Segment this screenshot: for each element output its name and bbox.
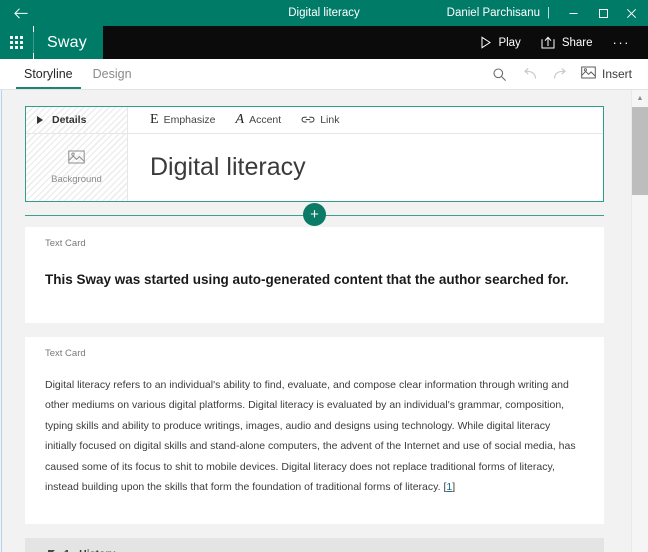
minimize-button[interactable]: [558, 0, 588, 26]
editor-tab-bar: Storyline Design Insert: [0, 59, 648, 90]
card-text[interactable]: This Sway was started using auto-generat…: [45, 254, 584, 313]
card-type-label: Text Card: [45, 348, 86, 359]
app-launcher-waffle-icon: [10, 36, 23, 49]
maximize-icon: [598, 8, 608, 18]
details-label: Details: [52, 114, 87, 126]
text-card-1[interactable]: Text Card This Sway was started using au…: [25, 227, 604, 323]
search-magnifier-icon: [493, 67, 507, 81]
scrollbar-track[interactable]: [632, 107, 648, 552]
section-group-1: 1 - History Heading 1 Card History: [25, 537, 604, 552]
share-label: Share: [561, 36, 593, 49]
back-arrow-icon: [14, 7, 28, 18]
redo-button[interactable]: [545, 59, 575, 90]
search-button[interactable]: [485, 59, 515, 90]
card-paragraph-text-after: ]: [452, 481, 456, 494]
card-paragraph-text: Digital literacy refers to an individual…: [45, 379, 576, 494]
link-chain-icon: [301, 114, 315, 127]
caret-right-icon: [37, 116, 43, 124]
add-card-button[interactable]: +: [304, 204, 325, 225]
minimize-icon: [569, 12, 577, 14]
play-label: Play: [498, 36, 521, 49]
accent-glyph-icon: A: [235, 112, 245, 127]
app-command-bar: Play Share ···: [102, 26, 648, 59]
storyline-scroll-area: Details E Emphasize A Accent Link Backgr…: [1, 90, 631, 552]
background-drop-zone[interactable]: Background: [26, 134, 128, 201]
titlebar-separator: |: [547, 7, 550, 19]
insert-button[interactable]: Insert: [575, 59, 640, 90]
app-bar: Sway Play Share ···: [0, 26, 648, 59]
picture-placeholder-icon: [68, 150, 85, 169]
section-header[interactable]: 1 - History: [38, 548, 591, 552]
back-button[interactable]: [0, 0, 42, 26]
section-title: 1 - History: [64, 548, 115, 552]
window-title-bar: Digital literacy Daniel Parchisanu |: [0, 0, 648, 26]
emphasize-glyph-icon: E: [150, 112, 159, 127]
title-card-toolbar: Details E Emphasize A Accent Link: [26, 107, 603, 134]
vertical-scrollbar[interactable]: ▲ ▼: [631, 90, 648, 552]
tab-design[interactable]: Design: [83, 59, 142, 89]
scroll-up-button[interactable]: ▲: [632, 90, 648, 107]
link-button[interactable]: Link: [292, 107, 348, 133]
storyline-canvas: Details E Emphasize A Accent Link Backgr…: [0, 90, 648, 552]
accent-button[interactable]: A Accent: [227, 107, 291, 133]
text-card-2[interactable]: Text Card Digital literacy refers to an …: [25, 337, 604, 524]
more-options-button[interactable]: ···: [603, 26, 639, 59]
app-brand-sway[interactable]: Sway: [34, 26, 103, 59]
title-card-body: Background Digital literacy: [26, 134, 603, 201]
scrollbar-thumb[interactable]: [632, 107, 648, 195]
play-button[interactable]: Play: [470, 26, 530, 59]
link-label: Link: [320, 114, 340, 126]
undo-arrow-icon: [524, 67, 537, 79]
emphasize-button[interactable]: E Emphasize: [141, 107, 225, 133]
background-label: Background: [51, 174, 102, 185]
close-icon: [626, 8, 636, 18]
tab-bar-actions: Insert: [485, 59, 648, 89]
sway-heading-text[interactable]: Digital literacy: [128, 134, 603, 201]
titlebar-right-group: Daniel Parchisanu |: [447, 0, 648, 26]
maximize-button[interactable]: [588, 0, 618, 26]
card-paragraph[interactable]: Digital literacy refers to an individual…: [45, 364, 584, 506]
insert-label: Insert: [601, 67, 632, 81]
accent-label: Accent: [249, 114, 282, 126]
share-button[interactable]: Share: [531, 26, 603, 59]
insert-picture-icon: [581, 66, 596, 82]
add-card-row: +: [25, 202, 604, 227]
undo-button[interactable]: [515, 59, 545, 90]
emphasize-label: Emphasize: [163, 114, 216, 126]
redo-arrow-icon: [553, 67, 566, 79]
app-launcher-button[interactable]: [0, 26, 33, 59]
share-arrow-icon: [541, 36, 556, 49]
details-toggle[interactable]: Details: [26, 107, 128, 133]
play-triangle-icon: [480, 36, 492, 49]
tab-storyline[interactable]: Storyline: [14, 59, 83, 89]
title-card[interactable]: Details E Emphasize A Accent Link Backgr…: [25, 106, 604, 202]
text-format-tools: E Emphasize A Accent Link: [128, 107, 348, 133]
account-name[interactable]: Daniel Parchisanu: [447, 7, 547, 19]
close-button[interactable]: [618, 0, 648, 26]
card-type-label: Text Card: [45, 238, 86, 249]
